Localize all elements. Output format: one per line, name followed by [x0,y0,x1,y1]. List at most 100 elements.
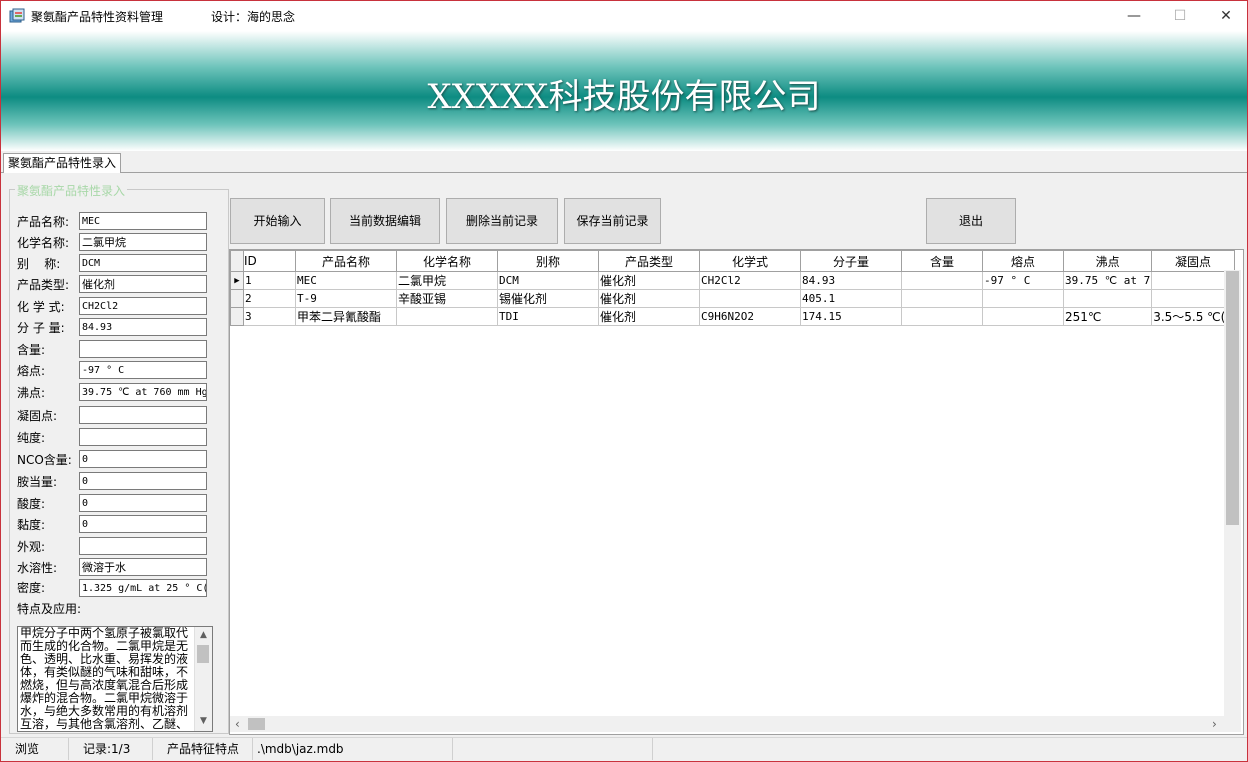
col-header-chemical-name[interactable]: 化学名称 [396,250,498,272]
col-header-product-name[interactable]: 产品名称 [295,250,397,272]
tab-product-input[interactable]: 聚氨酯产品特性录入 [3,153,122,173]
features-scroll-thumb[interactable] [197,645,209,663]
freezing-point-field[interactable] [79,406,207,424]
grid-vertical-scroll-thumb[interactable] [1226,271,1239,525]
table-cell[interactable]: 405.1 [800,289,902,308]
col-header-id[interactable]: ID [243,250,296,272]
close-button[interactable]: ✕ [1203,1,1247,31]
table-cell[interactable]: 辛酸亚锡 [396,289,498,308]
water-solubility-field[interactable]: 微溶于水 [79,558,207,576]
table-cell[interactable] [901,271,983,290]
table-cell[interactable] [699,289,801,308]
exit-button[interactable]: 退出 [926,198,1016,244]
table-cell[interactable]: DCM [497,271,599,290]
chemical-name-field[interactable]: 二氯甲烷 [79,233,207,251]
scroll-up-arrow-icon[interactable]: ▲ [195,627,212,644]
label-formula: 化 学 式: [17,300,65,314]
col-header-molecular-weight[interactable]: 分子量 [800,250,902,272]
table-cell[interactable] [1151,289,1235,308]
table-cell[interactable] [982,307,1064,326]
label-density: 密度: [17,581,46,595]
label-alias: 别 称: [17,257,61,271]
scroll-corner [1224,716,1241,732]
table-cell[interactable]: 催化剂 [598,307,700,326]
table-row[interactable]: 2 T-9 辛酸亚锡 锡催化剂 催化剂 405.1 [230,289,1235,308]
melting-point-field[interactable]: -97 ° C [79,361,207,379]
table-cell[interactable]: 251℃ [1062,307,1153,326]
label-viscosity: 黏度: [17,518,46,532]
table-cell[interactable]: 2 [243,289,296,308]
purity-field[interactable] [79,428,207,446]
table-cell[interactable]: MEC [295,271,397,290]
col-header-formula[interactable]: 化学式 [699,250,801,272]
status-mode: 浏览 [1,738,69,760]
table-cell[interactable] [901,289,983,308]
grid-horizontal-scrollbar[interactable] [230,716,1224,732]
label-freezing-point: 凝固点: [17,409,58,423]
table-cell[interactable]: 催化剂 [598,289,700,308]
scroll-left-arrow-icon[interactable]: ‹ [235,716,240,732]
content-field[interactable] [79,340,207,358]
table-cell[interactable]: TDI [497,307,599,326]
table-cell[interactable]: CH2Cl2 [699,271,801,290]
label-content: 含量: [17,343,46,357]
features-textarea[interactable]: 甲烷分子中两个氢原子被氯取代而生成的化合物。二氯甲烷是无色、透明、比水重、易挥发… [17,626,213,732]
alias-field[interactable]: DCM [79,254,207,272]
table-cell[interactable]: 锡催化剂 [497,289,599,308]
col-header-melting-point[interactable]: 熔点 [982,250,1064,272]
status-bar: 浏览 记录:1/3 产品特征特点 .\mdb\jaz.mdb [1,737,1247,761]
table-cell[interactable]: 3 [243,307,296,326]
col-header-freezing-point[interactable]: 凝固点 [1151,250,1235,272]
table-cell[interactable] [396,307,498,326]
amine-equivalent-field[interactable]: 0 [79,472,207,490]
boiling-point-field[interactable]: 39.75 ℃ at 760 mm Hg [79,383,207,401]
table-row[interactable]: 3 甲苯二异氰酸酯 TDI 催化剂 C9H6N2O2 174.15 251℃ 3… [230,307,1235,326]
save-record-button[interactable]: 保存当前记录 [564,198,661,244]
table-cell[interactable] [1062,289,1153,308]
features-scrollbar[interactable]: ▲ ▼ [194,627,212,731]
col-header-product-type[interactable]: 产品类型 [598,250,700,272]
minimize-button[interactable]: — [1111,1,1157,31]
table-cell[interactable]: 39.75 ℃ at 7 [1062,271,1153,290]
appearance-field[interactable] [79,537,207,555]
table-row[interactable]: ▶ 1 MEC 二氯甲烷 DCM 催化剂 CH2Cl2 84.93 -97 ° … [230,271,1235,290]
row-indicator [230,307,244,326]
grid-horizontal-scroll-thumb[interactable] [248,718,265,730]
title-bar: 聚氨酯产品特性资料管理 设计：海的思念 — ☐ ✕ [1,1,1247,31]
scroll-right-arrow-icon[interactable]: › [1212,716,1217,732]
label-appearance: 外观: [17,540,46,554]
table-cell[interactable] [982,289,1064,308]
table-cell[interactable]: 催化剂 [598,271,700,290]
col-header-boiling-point[interactable]: 沸点 [1062,250,1153,272]
product-type-field[interactable]: 催化剂 [79,275,207,293]
viscosity-field[interactable]: 0 [79,515,207,533]
table-cell[interactable]: 84.93 [800,271,902,290]
table-cell[interactable]: 二氯甲烷 [396,271,498,290]
delete-record-button[interactable]: 删除当前记录 [446,198,558,244]
grid-header-row: ID 产品名称 化学名称 别称 产品类型 化学式 分子量 含量 熔点 沸点 凝固… [230,250,1235,272]
table-cell[interactable]: -97 ° C [982,271,1064,290]
maximize-button[interactable]: ☐ [1157,1,1203,31]
table-cell[interactable]: 甲苯二异氰酸酯 [295,307,397,326]
table-cell[interactable]: 174.15 [800,307,902,326]
table-cell[interactable] [1151,271,1235,290]
nco-content-field[interactable]: 0 [79,450,207,468]
records-grid[interactable]: ID 产品名称 化学名称 别称 产品类型 化学式 分子量 含量 熔点 沸点 凝固… [229,249,1244,735]
table-cell[interactable] [901,307,983,326]
edit-current-button[interactable]: 当前数据编辑 [330,198,440,244]
table-cell[interactable]: T-9 [295,289,397,308]
table-cell[interactable]: 1 [243,271,296,290]
table-cell[interactable]: C9H6N2O2 [699,307,801,326]
density-field[interactable]: 1.325 g/mL at 25 ° C( [79,579,207,597]
start-input-button[interactable]: 开始输入 [230,198,325,244]
molecular-weight-field[interactable]: 84.93 [79,318,207,336]
col-header-alias[interactable]: 别称 [497,250,599,272]
status-db-path: .\mdb\jaz.mdb [253,738,453,760]
scroll-down-arrow-icon[interactable]: ▼ [195,713,212,730]
table-cell[interactable]: 3.5～5.5 ℃(T [1151,307,1235,326]
product-name-field[interactable]: MEC [79,212,207,230]
acidity-field[interactable]: 0 [79,494,207,512]
col-header-content[interactable]: 含量 [901,250,983,272]
label-amine-equivalent: 胺当量: [17,475,58,489]
formula-field[interactable]: CH2Cl2 [79,297,207,315]
